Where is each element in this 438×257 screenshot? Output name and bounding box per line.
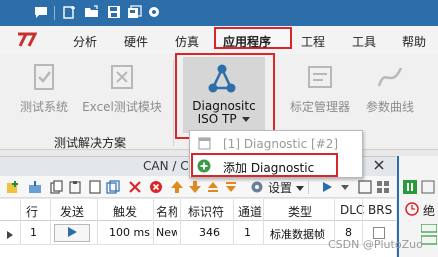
move-up-icon[interactable]: [170, 180, 184, 194]
save-icon[interactable]: [106, 4, 122, 20]
cell-trigger: 100 ms: [109, 226, 150, 239]
excel-test-module-label: Excel测试模块: [82, 100, 162, 114]
quick-access-bar: [0, 0, 438, 26]
column-header-name[interactable]: 名称: [156, 203, 177, 220]
row-pointer-icon: [7, 229, 13, 242]
move-down-icon[interactable]: [188, 180, 202, 194]
can-toolbar: 设置: [0, 176, 396, 198]
open-folder-icon[interactable]: [84, 4, 100, 20]
pause-icon[interactable]: [403, 180, 417, 197]
toolbar-separator: [54, 6, 55, 20]
column-header-channel[interactable]: 通道: [238, 203, 262, 220]
settings-gear-icon[interactable]: [250, 180, 264, 194]
move-top-icon[interactable]: [206, 180, 220, 194]
column-header-type[interactable]: 类型: [288, 203, 312, 220]
grid-icon: [420, 223, 438, 257]
column-divider: [263, 199, 264, 245]
column-header-identifier[interactable]: 标识符: [188, 203, 224, 220]
clock-icon: [405, 202, 419, 219]
can-window-title: CAN / C: [143, 159, 189, 173]
test-system-button[interactable]: 测试系统: [14, 60, 74, 124]
column-header-line[interactable]: 行: [26, 203, 38, 220]
diagnostic-highlight-box: [175, 53, 275, 139]
delete-icon[interactable]: [128, 180, 142, 194]
app-logo: [17, 32, 38, 51]
add-diagnostic-highlight-box: [191, 153, 338, 177]
message-icon[interactable]: [33, 4, 49, 20]
column-divider: [233, 199, 234, 245]
existing-diagnostic-label: [1] Diagnostic [#2]: [223, 137, 339, 151]
menu-analysis[interactable]: 分析: [73, 33, 97, 50]
close-icon[interactable]: [372, 158, 386, 175]
calibration-manager-button[interactable]: 标定管理器: [287, 60, 353, 124]
gear-icon[interactable]: [146, 4, 162, 20]
curve-icon: [375, 62, 405, 92]
cell-identifier: 346: [199, 226, 220, 239]
play-icon[interactable]: [320, 180, 334, 194]
excel-icon: [107, 62, 137, 92]
column-divider: [20, 199, 21, 245]
menu-hardware[interactable]: 硬件: [124, 33, 148, 50]
copy-icon[interactable]: [50, 180, 64, 194]
column-header-dlc[interactable]: DLC: [340, 203, 364, 217]
side-panel-label: 绝: [423, 204, 436, 218]
excel-test-module-button[interactable]: Excel测试模块: [80, 60, 164, 124]
cell-name: New: [156, 226, 177, 239]
calibration-icon: [305, 62, 335, 92]
layout-icon[interactable]: [358, 180, 372, 194]
settings-label: 设置: [268, 181, 293, 195]
column-header-trigger[interactable]: 触发: [113, 203, 137, 220]
window-icon: [198, 137, 211, 153]
column-divider: [97, 199, 98, 245]
menu-help[interactable]: 帮助: [402, 33, 426, 50]
menu-applications[interactable]: 应用程序: [223, 33, 271, 50]
column-divider: [153, 199, 154, 245]
test-system-label: 测试系统: [19, 100, 68, 114]
stop-icon[interactable]: [421, 180, 435, 197]
column-header-send[interactable]: 发送: [60, 203, 84, 220]
save-all-icon[interactable]: [126, 4, 142, 20]
chevron-down-icon: [295, 181, 304, 195]
cell-type: 标准数据帧: [270, 228, 325, 241]
new-file-icon[interactable]: [62, 4, 78, 20]
duplicate-icon[interactable]: [106, 180, 120, 194]
watermark: CSDN @PlutoZuo: [328, 238, 423, 251]
column-header-brs[interactable]: BRS: [368, 203, 392, 217]
chevron-down-icon[interactable]: [340, 180, 354, 194]
document-icon[interactable]: [88, 180, 102, 194]
table-header-row: 行 发送 触发 名称 标识符 通道 类型 DLC BRS: [0, 199, 396, 221]
paste-icon[interactable]: [68, 180, 82, 194]
send-button[interactable]: [54, 224, 90, 242]
column-divider: [50, 199, 51, 245]
move-bottom-icon[interactable]: [224, 180, 238, 194]
parameter-curve-button[interactable]: 参数曲线: [360, 60, 420, 124]
menu-project[interactable]: 工程: [301, 33, 325, 50]
parameter-curve-label: 参数曲线: [365, 100, 414, 114]
column-divider: [180, 199, 181, 245]
grid-icon[interactable]: [376, 180, 390, 194]
add-frame-icon[interactable]: [6, 180, 20, 194]
play-icon: [67, 226, 77, 240]
dropdown-item-existing-diagnostic[interactable]: [1] Diagnostic [#2]: [190, 133, 362, 155]
checklist-icon: [29, 62, 59, 92]
ribbon-group-label: 测试解决方案: [54, 136, 127, 150]
menu-tools[interactable]: 工具: [352, 33, 376, 50]
clear-icon[interactable]: [149, 180, 163, 194]
cell-channel: 1: [244, 226, 251, 239]
settings-button[interactable]: 设置: [268, 179, 304, 196]
import-icon[interactable]: [28, 180, 42, 194]
menu-simulation[interactable]: 仿真: [175, 33, 199, 50]
toolbar-separator: [308, 181, 309, 194]
calibration-manager-label: 标定管理器: [289, 100, 350, 114]
cell-line: 1: [30, 226, 37, 239]
ribbon-group-separator: [173, 60, 174, 146]
